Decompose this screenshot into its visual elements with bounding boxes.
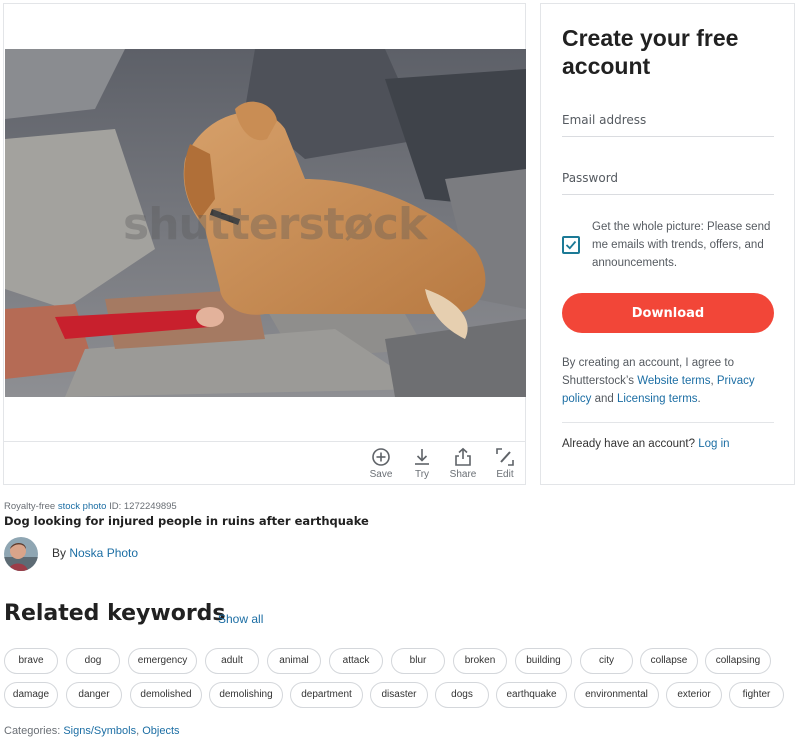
licensing-terms-link[interactable]: Licensing terms <box>617 393 698 405</box>
save-label: Save <box>369 469 393 480</box>
signup-title: Create your free account <box>562 25 739 79</box>
keyword-tag[interactable]: broken <box>453 648 507 674</box>
royalty-prefix: Royalty-free <box>4 501 58 512</box>
login-link[interactable]: Log in <box>698 438 729 450</box>
email-field[interactable] <box>562 109 774 127</box>
keyword-tag[interactable]: adult <box>205 648 259 674</box>
keyword-tag[interactable]: attack <box>329 648 383 674</box>
terms-end: . <box>697 393 701 405</box>
keyword-tag[interactable]: city <box>580 648 633 674</box>
photo-id: ID: 1272249895 <box>106 501 177 512</box>
categories-line: Categories: Signs/Symbols, Objects <box>4 725 180 737</box>
keyword-tag[interactable]: danger <box>66 682 122 708</box>
signup-panel: Create your free account Get the whole p… <box>540 3 795 485</box>
terms-and: and <box>591 393 617 405</box>
signup-divider <box>562 422 774 423</box>
stock-photo-link[interactable]: stock photo <box>58 501 107 512</box>
photo-title: Dog looking for injured people in ruins … <box>4 514 369 528</box>
keyword-tag[interactable]: demolished <box>130 682 202 708</box>
keyword-tag[interactable]: collapse <box>640 648 698 674</box>
image-action-bar: Save Try Share Edit <box>4 441 525 485</box>
photo-meta: Royalty-free stock photo ID: 1272249895 <box>4 501 177 512</box>
show-all-link[interactable]: Show all <box>218 612 263 626</box>
save-button[interactable]: Save <box>364 447 398 480</box>
categories-prefix: Categories: <box>4 725 64 737</box>
keyword-tag[interactable]: building <box>515 648 572 674</box>
author-link[interactable]: Noska Photo <box>69 546 138 560</box>
stock-photo[interactable]: shutterstøck <box>5 49 526 397</box>
category-link[interactable]: Objects <box>142 725 179 737</box>
author-byline: By Noska Photo <box>52 546 138 560</box>
terms-text: By creating an account, I agree to Shutt… <box>562 354 777 408</box>
keyword-tag[interactable]: demolishing <box>209 682 283 708</box>
share-label: Share <box>449 469 477 480</box>
avatar[interactable] <box>4 537 38 571</box>
keyword-tag[interactable]: fighter <box>729 682 784 708</box>
category-link[interactable]: Signs/Symbols <box>63 725 136 737</box>
keyword-tag[interactable]: exterior <box>666 682 722 708</box>
author-avatar-image <box>4 537 38 571</box>
keyword-tag[interactable]: blur <box>391 648 445 674</box>
email-field-wrapper <box>562 109 774 137</box>
download-button[interactable]: Download <box>562 293 774 333</box>
share-icon <box>455 447 471 466</box>
plus-circle-icon <box>372 448 390 466</box>
edit-button[interactable]: Edit <box>488 447 522 480</box>
keyword-tag[interactable]: animal <box>267 648 321 674</box>
related-keywords-title: Related keywords <box>4 601 226 626</box>
email-optin-checkbox[interactable] <box>562 236 580 254</box>
edit-label: Edit <box>496 469 514 480</box>
keyword-tag[interactable]: environmental <box>574 682 659 708</box>
by-prefix: By <box>52 546 70 560</box>
keyword-tag[interactable]: brave <box>4 648 58 674</box>
password-field-wrapper <box>562 167 774 195</box>
email-optin-label: Get the whole picture: Please send me em… <box>592 221 771 269</box>
edit-icon <box>496 448 514 466</box>
watermark: shutterstøck <box>123 199 427 250</box>
image-card: shutterstøck Save Try Share Edit <box>3 3 526 485</box>
keyword-tag[interactable]: disaster <box>370 682 428 708</box>
password-field[interactable] <box>562 167 774 185</box>
login-prompt: Already have an account? Log in <box>562 438 730 450</box>
checkmark-icon <box>565 240 577 250</box>
try-button[interactable]: Try <box>405 447 439 480</box>
download-icon <box>415 449 429 465</box>
keyword-tag[interactable]: earthquake <box>496 682 567 708</box>
keyword-tag[interactable]: collapsing <box>705 648 771 674</box>
share-button[interactable]: Share <box>446 447 480 480</box>
keyword-tag[interactable]: damage <box>4 682 58 708</box>
keyword-tag[interactable]: dogs <box>435 682 489 708</box>
try-label: Try <box>414 469 430 480</box>
website-terms-link[interactable]: Website terms <box>637 375 710 387</box>
keyword-tag[interactable]: dog <box>66 648 120 674</box>
keyword-tag[interactable]: emergency <box>128 648 197 674</box>
login-prompt-text: Already have an account? <box>562 438 699 450</box>
keyword-tag[interactable]: department <box>290 682 363 708</box>
